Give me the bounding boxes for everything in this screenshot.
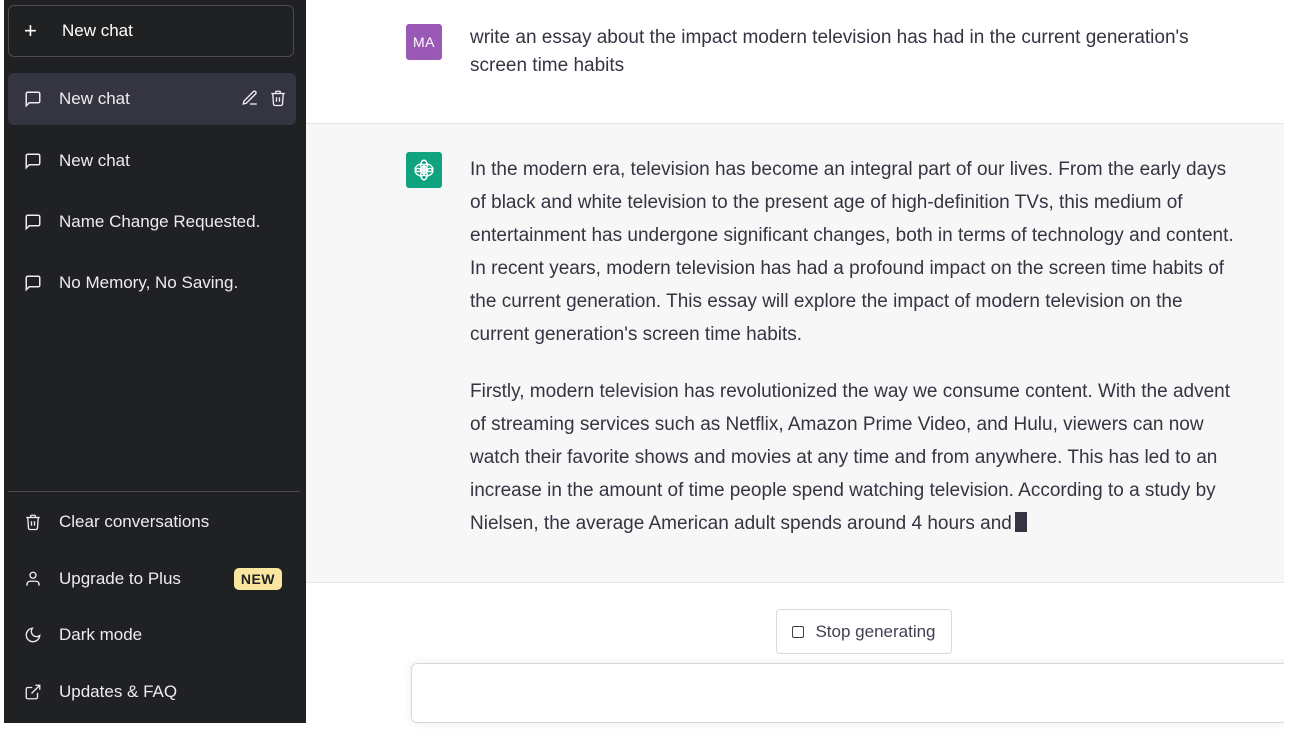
sidebar-divider — [8, 491, 300, 492]
assistant-message-text: In the modern era, television has become… — [470, 153, 1246, 564]
user-message: MA write an essay about the impact moder… — [306, 0, 1284, 124]
assistant-message: In the modern era, television has become… — [306, 124, 1284, 583]
assistant-paragraph: Firstly, modern television has revolutio… — [470, 381, 1231, 534]
conversation-label: No Memory, No Saving. — [59, 273, 239, 292]
conversation-item[interactable]: New chat — [8, 135, 296, 187]
sidebar: + New chat New chat New chat Name Change… — [4, 0, 306, 723]
user-message-text: write an essay about the impact modern t… — [470, 27, 1189, 76]
chat-bubble-icon — [22, 150, 44, 172]
conversation-item[interactable]: No Memory, No Saving. — [8, 257, 296, 309]
moon-icon — [22, 624, 44, 646]
chat-bubble-icon — [22, 88, 44, 110]
chat-bubble-icon — [22, 211, 44, 233]
plus-icon: + — [24, 18, 37, 43]
delete-icon[interactable] — [268, 88, 288, 108]
message-input[interactable] — [412, 664, 1300, 722]
external-link-icon — [22, 681, 44, 703]
edit-icon[interactable] — [240, 88, 260, 108]
stop-square-icon — [792, 625, 805, 638]
trash-icon — [22, 511, 44, 533]
new-badge: NEW — [233, 568, 282, 590]
upgrade-to-plus-button[interactable]: Upgrade to Plus NEW — [8, 555, 296, 603]
conversation-label: New chat — [59, 151, 130, 170]
stop-generating-label: Stop generating — [815, 621, 936, 641]
dark-mode-label: Dark mode — [59, 625, 143, 644]
new-chat-button[interactable]: + New chat — [8, 5, 294, 57]
assistant-paragraph-last: Firstly, modern television has revolutio… — [470, 375, 1246, 540]
clear-conversations-label: Clear conversations — [59, 512, 210, 531]
updates-faq-label: Updates & FAQ — [59, 682, 178, 701]
new-chat-label: New chat — [62, 21, 133, 40]
chat-bubble-icon — [22, 272, 44, 294]
conversation-item[interactable]: New chat — [8, 73, 296, 125]
typing-cursor — [1014, 512, 1027, 532]
right-edge — [1284, 0, 1303, 731]
updates-faq-link[interactable]: Updates & FAQ — [8, 668, 296, 716]
user-icon — [22, 568, 44, 590]
stop-generating-button[interactable]: Stop generating — [776, 609, 952, 654]
conversation-item[interactable]: Name Change Requested. — [8, 196, 296, 248]
openai-logo-icon — [406, 152, 442, 188]
dark-mode-button[interactable]: Dark mode — [8, 611, 296, 659]
conversation-label: New chat — [59, 89, 130, 108]
user-avatar: MA — [406, 24, 442, 60]
assistant-paragraph: In the modern era, television has become… — [470, 159, 1234, 345]
upgrade-label: Upgrade to Plus — [59, 569, 181, 588]
message-input-box[interactable] — [411, 663, 1301, 723]
chat-area: MA write an essay about the impact moder… — [306, 0, 1301, 731]
conversation-label: Name Change Requested. — [59, 212, 261, 231]
clear-conversations-button[interactable]: Clear conversations — [8, 498, 296, 546]
